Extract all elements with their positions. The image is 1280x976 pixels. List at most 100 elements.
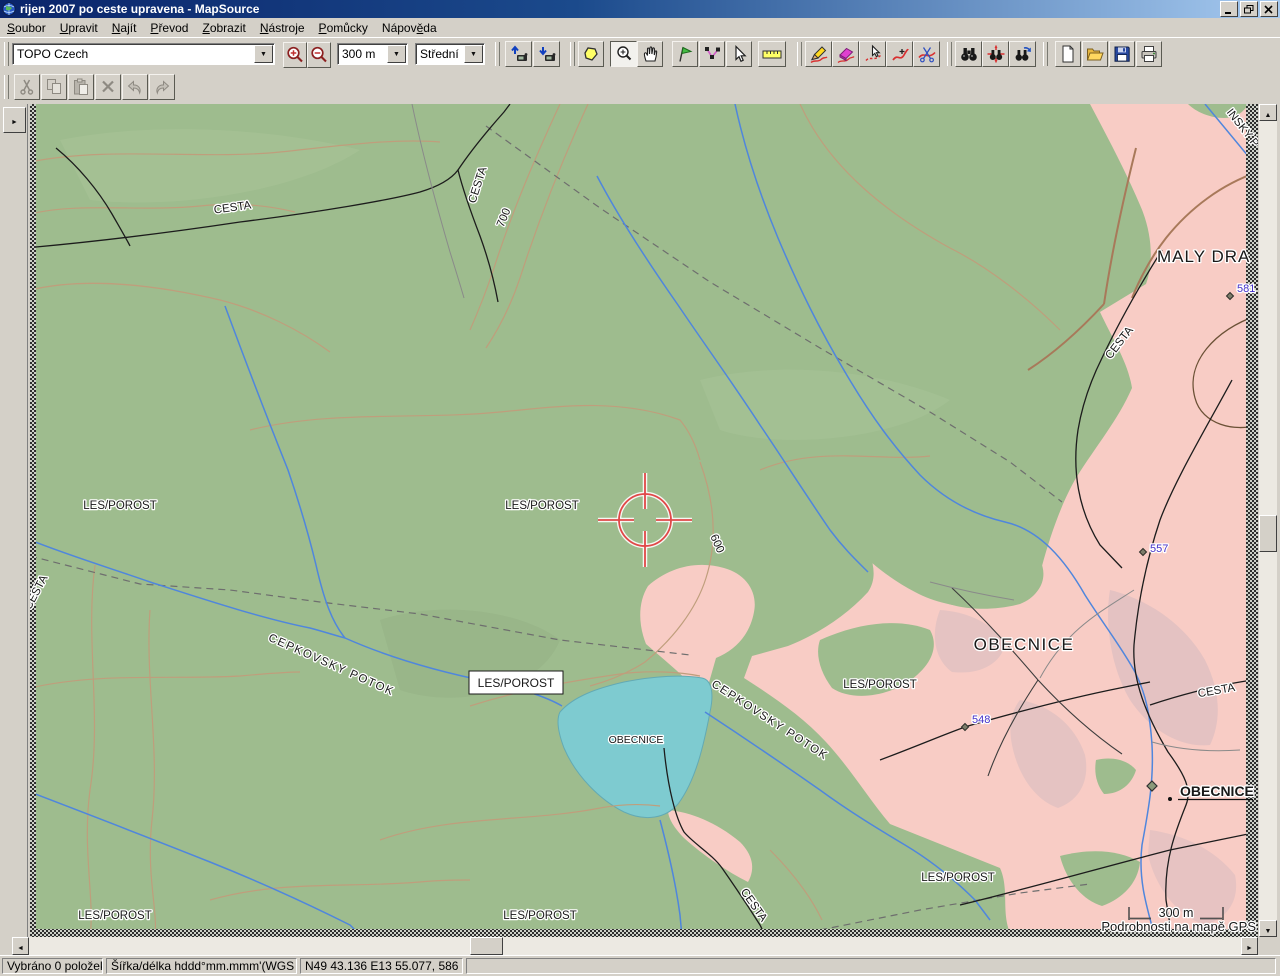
title-bar[interactable]: rijen 2007 po ceste upravena - MapSource [0,0,1280,18]
find-recent-button[interactable] [1009,41,1036,67]
delete-icon [98,77,118,97]
scroll-down-button[interactable] [1259,920,1277,937]
expand-pane-icon [11,111,18,129]
map-scale-combo[interactable]: 300 m [337,43,408,65]
waypoint-flag-icon [675,44,695,64]
toolbar-grip[interactable] [495,42,500,66]
map-label-les-porost-boxed: LES/POROST [478,676,555,690]
open-folder-icon [1085,44,1105,64]
save-document-button[interactable] [1109,41,1135,67]
scroll-right-button[interactable] [1241,937,1258,955]
map-scale-dropdown-icon[interactable] [387,45,406,63]
zoom-tool-button[interactable] [610,41,637,67]
map-label-les-porost: LES/POROST [921,872,995,884]
map-product-combo[interactable]: TOPO Czech [12,43,275,65]
map-canvas[interactable]: 300 m Podrobnosti na mapě GPS LES/POROST… [30,104,1258,937]
copy-icon [44,77,64,97]
toolbar-grip[interactable] [570,42,575,66]
toolbar-grip[interactable] [797,42,802,66]
select-track-tool-button[interactable] [859,41,886,67]
cut-button[interactable] [14,74,40,100]
scale-distance-label: 300 m [1159,906,1194,920]
map-label-elevation-581: 581 [1237,283,1255,295]
toolbar-grip[interactable] [4,75,9,99]
new-document-button[interactable] [1055,41,1081,67]
map-select-tool-icon [581,44,601,64]
horizontal-scrollbar[interactable] [12,937,1258,955]
menu-napoveda[interactable]: Nápověda [375,19,444,37]
zoom-out-button[interactable] [307,42,331,68]
scroll-down-icon [1265,920,1272,938]
insert-track-point-icon [890,44,910,64]
draw-track-tool-button[interactable] [805,41,832,67]
menu-prevod[interactable]: Převod [143,19,195,37]
delete-button[interactable] [95,74,121,100]
insert-track-point-tool-button[interactable] [886,41,913,67]
scroll-left-icon [17,937,24,955]
undo-icon [125,77,145,97]
find-recent-icon [1013,44,1033,64]
find-binoculars-icon [959,44,979,64]
find-place-button[interactable] [955,41,982,67]
scroll-up-button[interactable] [1259,104,1277,121]
print-button[interactable] [1136,41,1162,67]
map-label-les-porost: LES/POROST [503,910,577,922]
map-detail-dropdown-icon[interactable] [464,45,483,63]
route-tool-button[interactable] [699,41,725,67]
map-label-les-porost: LES/POROST [83,500,157,512]
scroll-left-button[interactable] [12,937,29,955]
menu-zobrazit[interactable]: Zobrazit [195,19,252,37]
new-document-icon [1058,44,1078,64]
map-select-tool-button[interactable] [578,41,604,67]
send-to-device-button[interactable] [505,41,532,67]
erase-track-tool-button[interactable] [832,41,859,67]
pan-hand-tool-button[interactable] [637,41,663,67]
map-edge-bottom [30,929,1258,937]
menu-pomucky[interactable]: Pomůcky [312,19,375,37]
cut-track-tool-button[interactable] [913,41,940,67]
edit-toolbar [0,70,1280,104]
status-bar: Vybráno 0 položek Šířka/délka hddd°mm.mm… [0,955,1280,976]
main-toolbar: TOPO Czech 300 m Střední [0,37,1280,71]
horizontal-scroll-thumb[interactable] [470,937,503,955]
vertical-scroll-thumb[interactable] [1259,515,1277,552]
menu-soubor[interactable]: Soubor [0,19,53,37]
open-document-button[interactable] [1082,41,1108,67]
expand-pane-button[interactable] [3,107,26,133]
zoom-in-button[interactable] [283,42,307,68]
menu-najit[interactable]: Najít [105,19,144,37]
scrollbar-filler [0,937,12,955]
distance-ruler-tool-button[interactable] [758,41,786,67]
undo-button[interactable] [122,74,148,100]
find-nearest-button[interactable] [982,41,1009,67]
restore-button[interactable] [1240,1,1258,17]
copy-button[interactable] [41,74,67,100]
map-label-obecnice-lake: OBECNICE [609,734,664,746]
map-label-les-porost: LES/POROST [843,679,917,691]
window-title: rijen 2007 po ceste upravena - MapSource [20,2,1220,16]
selection-arrow-tool-button[interactable] [726,41,752,67]
close-button[interactable] [1260,1,1278,17]
paste-button[interactable] [68,74,94,100]
waypoint-flag-tool-button[interactable] [672,41,698,67]
menu-upravit[interactable]: Upravit [53,19,105,37]
receive-from-device-button[interactable] [533,41,560,67]
vertical-scrollbar[interactable] [1259,104,1277,937]
cut-icon [17,77,37,97]
status-cursor-position: N49 43.136 E13 55.077, 586 m [300,958,463,974]
zoom-tool-icon [614,44,634,64]
map-edge-right [1246,104,1258,937]
toolbar-grip[interactable] [1043,42,1048,66]
save-floppy-icon [1112,44,1132,64]
map-product-dropdown-icon[interactable] [254,45,273,63]
toolbar-grip[interactable] [947,42,952,66]
mapsource-app-icon [2,2,16,16]
route-tool-icon [702,44,722,64]
menu-nastroje[interactable]: Nástroje [253,19,312,37]
minimize-button[interactable] [1220,1,1238,17]
redo-button[interactable] [149,74,175,100]
map-detail-combo[interactable]: Střední [415,43,485,65]
send-to-device-icon [509,44,529,64]
toolbar-grip[interactable] [4,42,9,66]
status-selection-count: Vybráno 0 položek [2,958,103,974]
